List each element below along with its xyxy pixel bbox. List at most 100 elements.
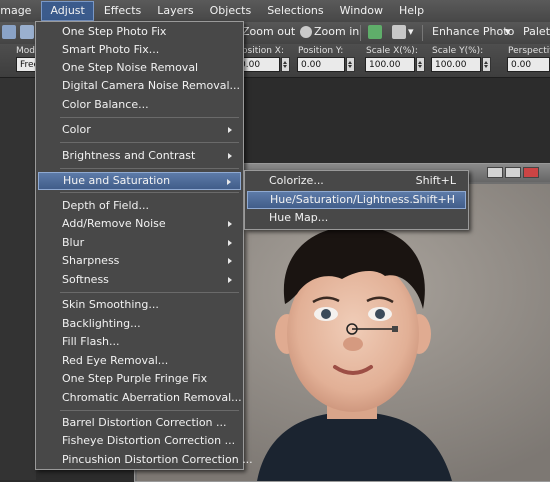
submenu-arrow-icon — [228, 153, 235, 159]
maximize-icon[interactable] — [505, 167, 521, 178]
enhance-photo-button[interactable]: Enhance Photo — [432, 25, 514, 38]
submenu-item-colorize[interactable]: Colorize... Shift+L — [247, 172, 466, 190]
menu-item-label: Pincushion Distortion Correction ... — [62, 453, 253, 466]
crop-options-arrow[interactable]: ▾ — [408, 25, 414, 38]
menu-item-brightness-contrast[interactable]: Brightness and Contrast — [38, 147, 241, 165]
menu-item-label: Fisheye Distortion Correction ... — [62, 434, 236, 447]
menu-item-one-step-photo-fix[interactable]: One Step Photo Fix — [38, 23, 241, 41]
menu-item-blur[interactable]: Blur — [38, 234, 241, 252]
menu-item-chromatic-aberration-removal[interactable]: Chromatic Aberration Removal... — [38, 389, 242, 407]
scale-x-spinner[interactable] — [416, 57, 425, 72]
submenu-arrow-icon — [228, 258, 235, 264]
position-y-label: Position Y: — [298, 46, 344, 56]
menu-item-depth-of-field[interactable]: Depth of Field... — [38, 197, 241, 215]
menu-item-sharpness[interactable]: Sharpness — [38, 252, 241, 270]
menu-adjust[interactable]: Adjust — [41, 1, 94, 21]
menu-item-label: Skin Smoothing... — [62, 298, 159, 311]
menu-effects[interactable]: Effects — [96, 0, 149, 22]
menu-item-label: Softness — [62, 273, 109, 286]
scale-x-input[interactable]: 100.00 — [365, 57, 415, 72]
save-as-icon[interactable] — [20, 25, 34, 39]
menu-item-label: Blur — [62, 236, 85, 249]
zoom-in-button[interactable]: Zoom in — [314, 25, 359, 38]
menu-help[interactable]: Help — [391, 0, 432, 22]
save-icon[interactable] — [2, 25, 16, 39]
menu-item-purple-fringe-fix[interactable]: One Step Purple Fringe Fix — [38, 370, 241, 388]
menu-item-label: Digital Camera Noise Removal... — [62, 79, 241, 92]
menu-item-label: One Step Noise Removal — [62, 61, 199, 74]
scale-y-label: Scale Y(%): — [432, 46, 484, 56]
learning-center-icon[interactable] — [368, 25, 382, 39]
menu-item-label: Sharpness — [62, 254, 120, 267]
menu-item-hue-saturation[interactable]: Hue and Saturation — [38, 172, 241, 190]
menu-item-label: One Step Purple Fringe Fix — [62, 372, 208, 385]
palettes-button[interactable]: Palette — [523, 25, 550, 38]
menu-item-color[interactable]: Color — [38, 121, 241, 139]
menu-item-label: One Step Photo Fix — [62, 25, 167, 38]
position-x-spinner[interactable] — [281, 57, 290, 72]
scale-x-label: Scale X(%): — [366, 46, 418, 56]
menu-item-backlighting[interactable]: Backlighting... — [38, 315, 241, 333]
menu-item-fill-flash[interactable]: Fill Flash... — [38, 333, 241, 351]
menu-item-label: Barrel Distortion Correction ... — [62, 416, 227, 429]
menu-item-red-eye-removal[interactable]: Red Eye Removal... — [38, 352, 241, 370]
menu-image[interactable]: Image — [0, 0, 39, 22]
menu-item-one-step-noise-removal[interactable]: One Step Noise Removal — [38, 59, 241, 77]
submenu-item-label: Colorize... — [269, 174, 324, 187]
menu-item-add-remove-noise[interactable]: Add/Remove Noise — [38, 215, 241, 233]
submenu-arrow-icon — [228, 221, 235, 227]
submenu-arrow-icon — [227, 179, 234, 185]
menu-item-smart-photo-fix[interactable]: Smart Photo Fix... — [38, 41, 241, 59]
menu-item-label: Add/Remove Noise — [62, 217, 166, 230]
zoom-in-icon[interactable] — [300, 26, 312, 38]
menu-separator — [60, 142, 239, 143]
menu-item-label: Hue and Saturation — [63, 174, 171, 187]
scale-y-spinner[interactable] — [482, 57, 491, 72]
perspective-input[interactable]: 0.00 — [507, 57, 550, 72]
zoom-out-button[interactable]: Zoom out — [242, 25, 295, 38]
menu-item-label: Chromatic Aberration Removal... — [62, 391, 242, 404]
submenu-arrow-icon — [228, 240, 235, 246]
adjust-menu: One Step Photo Fix Smart Photo Fix... On… — [35, 21, 253, 470]
submenu-item-label: Hue/Saturation/Lightness... — [270, 193, 420, 206]
close-icon[interactable] — [523, 167, 539, 178]
enhance-photo-arrow[interactable]: ▾ — [505, 25, 511, 38]
crop-options-icon[interactable] — [392, 25, 406, 39]
submenu-item-hue-saturation-lightness[interactable]: Hue/Saturation/Lightness... Shift+H — [247, 191, 466, 209]
menu-separator — [60, 292, 239, 293]
menu-layers[interactable]: Layers — [149, 0, 201, 22]
tools-panel-edge — [0, 78, 36, 480]
scale-y-input[interactable]: 100.00 — [431, 57, 481, 72]
position-y-input[interactable]: 0.00 — [297, 57, 345, 72]
submenu-arrow-icon — [228, 127, 235, 133]
menu-item-label: Color Balance... — [62, 98, 149, 111]
shortcut-label: Shift+H — [412, 193, 456, 206]
menu-item-softness[interactable]: Softness — [38, 271, 241, 289]
menu-separator — [60, 168, 239, 169]
menu-separator — [60, 117, 239, 118]
menu-item-skin-smoothing[interactable]: Skin Smoothing... — [38, 296, 241, 314]
menu-item-label: Red Eye Removal... — [62, 354, 169, 367]
menu-window[interactable]: Window — [332, 0, 391, 22]
menu-item-barrel-distortion-correction[interactable]: Barrel Distortion Correction ... — [38, 414, 241, 432]
menu-item-label: Smart Photo Fix... — [62, 43, 160, 56]
menu-selections[interactable]: Selections — [259, 0, 331, 22]
position-x-label: osition X: — [242, 46, 284, 56]
menu-separator — [60, 192, 239, 193]
menu-item-label: Depth of Field... — [62, 199, 149, 212]
menu-objects[interactable]: Objects — [202, 0, 260, 22]
menu-item-pincushion-distortion-correction[interactable]: Pincushion Distortion Correction ... — [38, 451, 253, 469]
menu-item-color-balance[interactable]: Color Balance... — [38, 96, 241, 114]
shortcut-label: Shift+L — [415, 174, 456, 187]
menu-item-fisheye-distortion-correction[interactable]: Fisheye Distortion Correction ... — [38, 432, 241, 450]
position-y-spinner[interactable] — [346, 57, 355, 72]
menu-item-label: Backlighting... — [62, 317, 141, 330]
minimize-icon[interactable] — [487, 167, 503, 178]
submenu-item-hue-map[interactable]: Hue Map... — [247, 209, 466, 227]
submenu-item-label: Hue Map... — [269, 211, 329, 224]
menu-bar: Image Adjust Effects Layers Objects Sele… — [0, 0, 550, 23]
menu-item-label: Brightness and Contrast — [62, 149, 196, 162]
toolbar-separator — [422, 25, 423, 41]
menu-item-digital-camera-noise-removal[interactable]: Digital Camera Noise Removal... — [38, 77, 241, 95]
submenu-arrow-icon — [228, 277, 235, 283]
